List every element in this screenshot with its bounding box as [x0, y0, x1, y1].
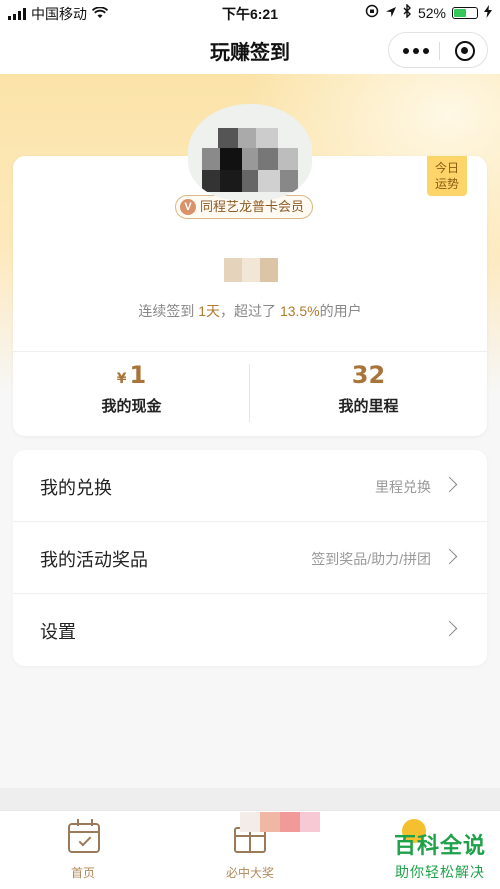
checkin-middle: ，超过了	[220, 303, 280, 319]
card-divider	[13, 351, 487, 352]
chevron-right-icon	[441, 476, 458, 493]
cash-label: 我的现金	[101, 398, 162, 415]
member-badge-label: 同程艺龙普卡会员	[200, 199, 305, 214]
mileage-label: 我的里程	[338, 398, 399, 415]
more-dots-icon[interactable]	[403, 48, 429, 54]
menu-item-prizes[interactable]: 我的活动奖品 签到奖品/助力/拼团	[13, 522, 487, 594]
battery-icon	[452, 6, 478, 19]
status-right: 52%	[365, 3, 492, 21]
mileage-value: 32	[351, 361, 386, 389]
tab-label: 首页	[70, 866, 95, 880]
username-blurred	[224, 258, 278, 282]
checkin-days: 1天	[198, 303, 221, 319]
watermark: 百科全说 助你轻松解决	[394, 828, 486, 882]
yen-symbol: ¥	[116, 371, 127, 387]
cash-value-row: ¥1	[13, 361, 250, 389]
menu-item-title: 我的兑换	[40, 478, 112, 498]
cash-value: 1	[129, 361, 147, 389]
mileage-stat[interactable]: 32 我的里程	[250, 361, 487, 416]
menu-item-title: 我的活动奖品	[40, 550, 148, 570]
tab-label: 必中大奖	[225, 866, 274, 880]
checkin-summary: 连续签到 1天，超过了 13.5%的用户	[13, 301, 487, 321]
bottom-band	[0, 788, 500, 810]
tab-home[interactable]: 首页	[0, 811, 166, 889]
fortune-line1: 今日	[434, 161, 459, 175]
vip-icon: V	[180, 199, 196, 215]
battery-percent: 52%	[417, 4, 446, 21]
chevron-right-icon	[441, 548, 458, 565]
blurred-strip	[240, 812, 320, 832]
fortune-line2: 运势	[434, 177, 459, 191]
lock-rotation-icon	[365, 4, 379, 21]
charging-icon	[484, 4, 492, 21]
location-icon	[385, 5, 397, 21]
watermark-main: 百科全说	[393, 833, 486, 858]
nav-bar: 玩赚签到	[0, 26, 500, 74]
checkin-suffix: 的用户	[319, 303, 362, 319]
menu-item-exchange[interactable]: 我的兑换 里程兑换	[13, 450, 487, 522]
calendar-check-icon	[68, 819, 100, 853]
mini-program-capsule	[388, 32, 488, 68]
checkin-prefix: 连续签到	[138, 303, 199, 319]
checkin-percent: 13.5%	[279, 303, 320, 319]
status-bar: 中国移动 下午6:21 52%	[0, 0, 500, 26]
menu-card: 我的兑换 里程兑换 我的活动奖品 签到奖品/助力/拼团 设置	[13, 450, 487, 666]
bluetooth-icon	[403, 3, 412, 21]
menu-item-subtitle: 签到奖品/助力/拼团	[311, 551, 431, 567]
chevron-right-icon	[441, 620, 458, 637]
fortune-badge[interactable]: 今日 运势	[427, 156, 467, 196]
menu-item-settings[interactable]: 设置	[13, 594, 487, 666]
avatar[interactable]	[188, 104, 312, 200]
target-icon[interactable]	[455, 41, 475, 61]
menu-item-subtitle: 里程兑换	[375, 479, 431, 495]
capsule-divider	[439, 42, 440, 60]
menu-item-title: 设置	[40, 622, 76, 642]
watermark-sub: 助你轻松解决	[394, 864, 485, 880]
cash-stat[interactable]: ¥1 我的现金	[13, 361, 250, 416]
